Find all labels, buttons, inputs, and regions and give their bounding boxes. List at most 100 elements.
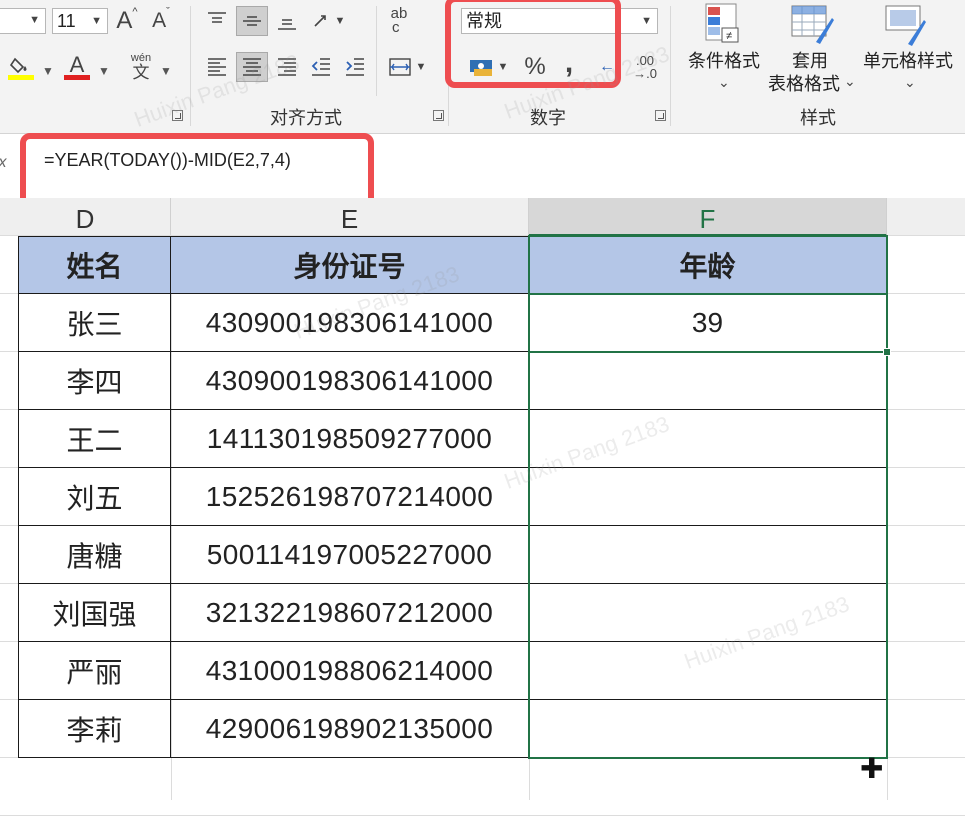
number-group-label: 数字	[530, 108, 566, 128]
table-cell[interactable]: 429006198902135000	[171, 700, 529, 758]
cell-styles-label[interactable]: 单元格样式	[856, 50, 960, 73]
bottom-align-button[interactable]	[272, 6, 302, 36]
align-top-icon	[208, 12, 226, 23]
format-as-table-label-1[interactable]: 套用	[770, 50, 850, 73]
align-right-button[interactable]	[272, 52, 302, 82]
align-left-icon	[208, 58, 226, 76]
font-color-swatch	[64, 74, 90, 80]
table-cell[interactable]	[529, 526, 887, 584]
table-cell[interactable]: 321322198607212000	[171, 584, 529, 642]
increase-font-size-button[interactable]: A ^	[112, 6, 142, 36]
wrap-text-button[interactable]: ab c	[384, 6, 414, 36]
table-cell[interactable]: 152526198707214000	[171, 468, 529, 526]
table-cell[interactable]: 39	[529, 294, 887, 352]
merge-cells-icon	[388, 58, 411, 76]
group-separator	[670, 6, 671, 126]
middle-align-button[interactable]	[236, 6, 268, 36]
ribbon: ▼ 11 ▼ A ^ Aˇ ▼ A ▼ wén 文 ▼ ▼ ab c ▼ 对齐方…	[0, 0, 965, 134]
chevron-down-icon[interactable]: ⌄	[904, 74, 916, 91]
column-header-f[interactable]: F	[529, 198, 887, 236]
font-shrink-icon: A	[152, 9, 167, 32]
format-as-table-label-2[interactable]: 表格格式	[764, 73, 844, 96]
chevron-down-icon: ▼	[334, 15, 346, 27]
merge-center-button[interactable]: ▼	[382, 52, 432, 82]
paint-bucket-icon	[9, 57, 27, 73]
font-size-value: 11	[57, 11, 76, 31]
align-middle-icon	[243, 16, 261, 26]
align-center-button[interactable]	[236, 52, 268, 82]
chevron-down-icon[interactable]: ⌄	[844, 73, 856, 90]
chevron-down-icon: ▼	[641, 15, 652, 27]
phonetic-guide-button[interactable]: wén 文	[124, 52, 158, 82]
orientation-button[interactable]: ▼	[306, 6, 350, 36]
column-header-d[interactable]: D	[0, 198, 171, 236]
fill-color-button[interactable]	[4, 52, 38, 82]
increase-decimal-button[interactable]: .00 →.0	[628, 52, 662, 82]
gridline	[887, 236, 888, 800]
table-cell[interactable]	[529, 410, 887, 468]
text-orientation-icon	[313, 15, 326, 27]
chevron-down-icon[interactable]: ⌄	[718, 74, 730, 91]
table-cell[interactable]: 王二	[18, 410, 171, 468]
conditional-format-button[interactable]: ≠	[700, 2, 744, 46]
fill-handle[interactable]	[883, 348, 891, 356]
format-as-table-button[interactable]	[790, 2, 836, 48]
number-dialog-launcher-icon[interactable]	[655, 110, 666, 121]
alignment-dialog-launcher-icon[interactable]	[433, 110, 444, 121]
annotation-highlight-number	[445, 0, 621, 88]
chevron-down-icon[interactable]: ▼	[160, 64, 172, 78]
fill-cursor-icon: ✚	[860, 753, 884, 784]
font-dialog-launcher-icon[interactable]	[172, 110, 183, 121]
align-left-button[interactable]	[202, 52, 232, 82]
group-separator	[190, 6, 191, 126]
decrease-indent-button[interactable]	[306, 52, 336, 82]
table-cell[interactable]: 500114197005227000	[171, 526, 529, 584]
chevron-down-icon: ▼	[29, 14, 40, 26]
table-cell[interactable]: 430900198306141000	[171, 352, 529, 410]
alignment-group-label: 对齐方式	[270, 108, 342, 128]
table-cell[interactable]: 李四	[18, 352, 171, 410]
table-cell[interactable]: 430900198306141000	[171, 294, 529, 352]
font-color-button[interactable]: A	[60, 52, 94, 82]
column-header-g[interactable]	[887, 198, 965, 236]
table-header-cell[interactable]: 身份证号	[171, 236, 529, 294]
top-align-button[interactable]	[202, 6, 232, 36]
column-header-e[interactable]: E	[171, 198, 529, 236]
wrap-text-icon-sub: c	[392, 19, 400, 36]
table-cell[interactable]	[529, 468, 887, 526]
table-cell[interactable]	[529, 584, 887, 642]
table-cell[interactable]: 张三	[18, 294, 171, 352]
font-grow-icon: A	[116, 7, 133, 34]
table-header-cell[interactable]: 年龄	[529, 236, 887, 294]
table-cell[interactable]: 唐糖	[18, 526, 171, 584]
fx-icon[interactable]: fx	[0, 154, 6, 172]
cell-styles-icon	[885, 5, 926, 46]
align-right-icon	[278, 58, 296, 76]
table-cell[interactable]	[529, 642, 887, 700]
phonetic-bottom: 文	[132, 63, 150, 82]
align-center-icon	[243, 58, 261, 76]
chevron-down-icon[interactable]: ▼	[42, 64, 54, 78]
increase-decimal-bottom: →.0	[633, 66, 657, 81]
font-name-combo-partial[interactable]: ▼	[0, 8, 46, 34]
table-cell[interactable]: 431000198806214000	[171, 642, 529, 700]
table-style-icon	[791, 5, 834, 44]
conditional-format-label[interactable]: 条件格式	[684, 50, 764, 73]
align-bottom-icon	[278, 19, 296, 30]
cell-styles-button[interactable]	[884, 2, 930, 48]
table-cell[interactable]: 李莉	[18, 700, 171, 758]
chevron-down-icon: ▼	[415, 61, 427, 73]
table-cell[interactable]	[529, 352, 887, 410]
table-header-cell[interactable]: 姓名	[18, 236, 171, 294]
chevron-down-icon[interactable]: ▼	[98, 64, 110, 78]
increase-indent-button[interactable]	[340, 52, 370, 82]
table-cell[interactable]	[529, 700, 887, 758]
outdent-icon	[311, 58, 330, 76]
indent-icon	[346, 58, 364, 76]
decrease-font-size-button[interactable]: Aˇ	[146, 6, 176, 36]
table-cell[interactable]: 刘五	[18, 468, 171, 526]
table-cell[interactable]: 刘国强	[18, 584, 171, 642]
font-size-combo[interactable]: 11 ▼	[52, 8, 108, 34]
table-cell[interactable]: 141130198509277000	[171, 410, 529, 468]
table-cell[interactable]: 严丽	[18, 642, 171, 700]
